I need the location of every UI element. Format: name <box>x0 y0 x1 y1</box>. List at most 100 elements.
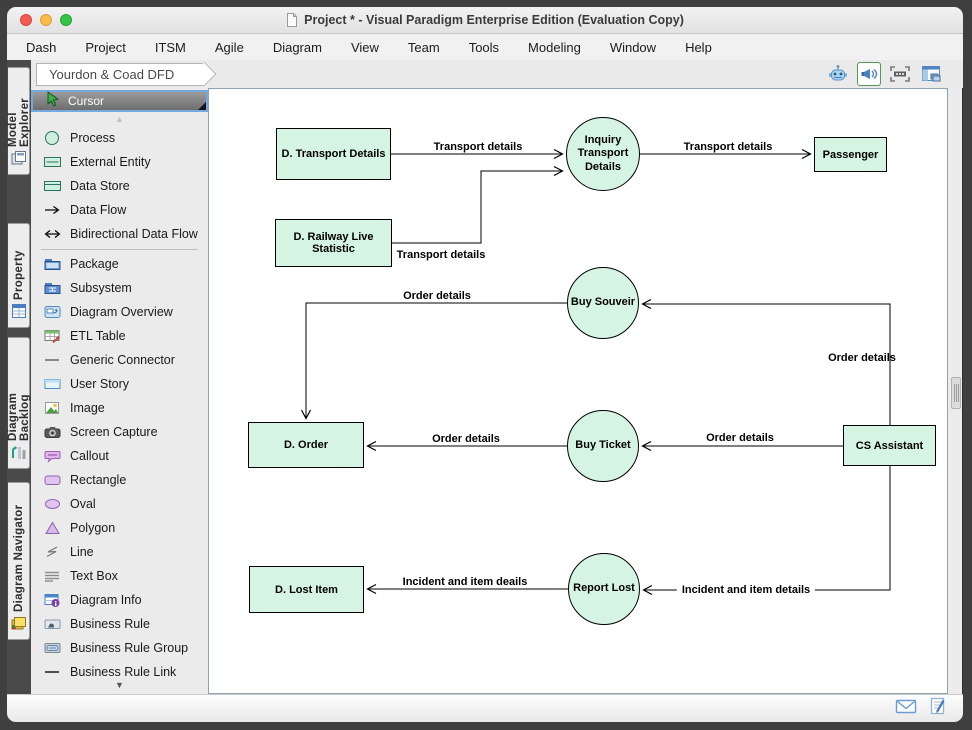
layout-panels-icon[interactable] <box>919 62 943 86</box>
palette-item-oval[interactable]: Oval <box>31 492 208 516</box>
palette-item-diagram-overview[interactable]: Diagram Overview <box>31 300 208 324</box>
generic-connector-icon <box>44 352 61 368</box>
palette-item-screen-capture[interactable]: Screen Capture <box>31 420 208 444</box>
minimize-button[interactable] <box>40 14 52 26</box>
work-area: Cursor ▲ Process External Entity Data St… <box>31 88 963 694</box>
cursor-tool[interactable]: Cursor <box>31 90 208 112</box>
external-entity-icon <box>44 154 61 170</box>
menu-agile[interactable]: Agile <box>215 40 244 55</box>
flow-label[interactable]: Transport details <box>397 249 486 261</box>
oval-icon <box>44 496 61 512</box>
user-story-icon <box>44 376 61 392</box>
window-frame: Project * - Visual Paradigm Enterprise E… <box>0 0 972 730</box>
menu-itsm[interactable]: ITSM <box>155 40 186 55</box>
menu-dash[interactable]: Dash <box>26 40 56 55</box>
palette-item-bidirectional-data-flow[interactable]: Bidirectional Data Flow <box>31 222 208 246</box>
menu-view[interactable]: View <box>351 40 379 55</box>
palette-item-etl-table[interactable]: ETL Table <box>31 324 208 348</box>
zoom-button[interactable] <box>60 14 72 26</box>
process-buy-souveir[interactable]: Buy Souveir <box>567 267 639 339</box>
tab-diagram-backlog[interactable]: Diagram Backlog <box>8 337 30 469</box>
menu-diagram[interactable]: Diagram <box>273 40 322 55</box>
palette-item-user-story[interactable]: User Story <box>31 372 208 396</box>
menu-window[interactable]: Window <box>610 40 656 55</box>
callout-icon <box>44 448 61 464</box>
menu-modeling[interactable]: Modeling <box>528 40 581 55</box>
fit-selection-icon[interactable] <box>888 62 912 86</box>
flow-label[interactable]: Order details <box>403 290 471 302</box>
palette-item-data-flow[interactable]: Data Flow <box>31 198 208 222</box>
menu-team[interactable]: Team <box>408 40 440 55</box>
announcement-icon[interactable] <box>857 62 881 86</box>
flow-label[interactable]: Order details <box>828 352 896 364</box>
flow-transport-details-2[interactable] <box>392 171 562 243</box>
line-icon <box>44 544 61 560</box>
palette-item-data-store[interactable]: Data Store <box>31 174 208 198</box>
palette-item-image[interactable]: Image <box>31 396 208 420</box>
palette-divider <box>41 249 198 250</box>
menu-project[interactable]: Project <box>85 40 125 55</box>
palette-item-callout[interactable]: Callout <box>31 444 208 468</box>
palette-item-diagram-info[interactable]: Diagram Info <box>31 588 208 612</box>
palette-item-text-box[interactable]: Text Box <box>31 564 208 588</box>
palette-item-external-entity[interactable]: External Entity <box>31 150 208 174</box>
process-inquiry-transport-details[interactable]: Inquiry Transport Details <box>566 117 640 191</box>
panel-splitter-handle[interactable] <box>951 377 961 409</box>
tab-diagram-navigator[interactable]: Diagram Navigator <box>8 482 30 640</box>
palette-item-business-rule-group[interactable]: Business Rule Group <box>31 636 208 660</box>
diagram-canvas[interactable]: D. Transport Details D. Railway Live Sta… <box>208 88 948 694</box>
flow-label[interactable]: Order details <box>432 433 500 445</box>
image-icon <box>44 400 61 416</box>
menu-bar: Dash Project ITSM Agile Diagram View Tea… <box>7 34 963 60</box>
tab-property[interactable]: Property <box>8 223 30 328</box>
process-buy-ticket[interactable]: Buy Ticket <box>567 410 639 482</box>
robot-assistant-icon[interactable] <box>826 62 850 86</box>
palette-item-line[interactable]: Line <box>31 540 208 564</box>
flow-label[interactable]: Incident and item deails <box>403 576 528 588</box>
close-button[interactable] <box>20 14 32 26</box>
palette-item-polygon[interactable]: Polygon <box>31 516 208 540</box>
palette-scroll-down[interactable]: ▼ <box>31 678 208 692</box>
palette-item-process[interactable]: Process <box>31 126 208 150</box>
content-area: Model Explorer Property Diagram Backlog … <box>7 60 963 694</box>
app-window: Project * - Visual Paradigm Enterprise E… <box>7 7 963 722</box>
menu-tools[interactable]: Tools <box>469 40 499 55</box>
status-bar <box>7 694 963 722</box>
edit-document-icon[interactable] <box>929 697 947 721</box>
message-icon[interactable] <box>895 698 917 720</box>
palette-item-business-rule[interactable]: Business Rule <box>31 612 208 636</box>
palette-item-package[interactable]: Package <box>31 252 208 276</box>
tab-model-explorer[interactable]: Model Explorer <box>8 67 30 175</box>
data-store-lost-item[interactable]: D. Lost Item <box>249 566 364 613</box>
palette-scroll-up[interactable]: ▲ <box>31 112 208 126</box>
subsystem-icon <box>44 280 61 296</box>
flow-incident-cs-report[interactable] <box>644 466 890 590</box>
data-store-transport-details[interactable]: D. Transport Details <box>276 128 391 180</box>
flow-order-details-souveir[interactable] <box>306 303 567 418</box>
side-tab-strip: Model Explorer Property Diagram Backlog … <box>7 60 31 694</box>
palette-item-subsystem[interactable]: Subsystem <box>31 276 208 300</box>
palette-item-rectangle[interactable]: Rectangle <box>31 468 208 492</box>
data-flow-icon <box>44 202 61 218</box>
data-store-order[interactable]: D. Order <box>248 422 364 468</box>
palette-item-generic-connector[interactable]: Generic Connector <box>31 348 208 372</box>
flow-label[interactable]: Incident and item details <box>677 584 815 596</box>
flow-order-details-cs-souveir[interactable] <box>643 304 890 425</box>
process-report-lost[interactable]: Report Lost <box>568 553 640 625</box>
flow-label[interactable]: Transport details <box>434 141 523 153</box>
title-bar[interactable]: Project * - Visual Paradigm Enterprise E… <box>7 7 963 34</box>
bidirectional-data-flow-icon <box>44 226 61 242</box>
cursor-dropdown-corner[interactable] <box>198 102 206 110</box>
flow-label[interactable]: Order details <box>706 432 774 444</box>
model-explorer-icon <box>11 150 27 171</box>
menu-help[interactable]: Help <box>685 40 712 55</box>
toolbar-icons <box>826 62 943 86</box>
flow-label[interactable]: Transport details <box>684 141 773 153</box>
breadcrumb[interactable]: Yourdon & Coad DFD <box>36 63 204 86</box>
package-icon <box>44 256 61 272</box>
breadcrumb-label: Yourdon & Coad DFD <box>49 67 174 82</box>
polygon-icon <box>44 520 61 536</box>
data-store-railway-live-statistic[interactable]: D. Railway Live Statistic <box>275 219 392 267</box>
entity-cs-assistant[interactable]: CS Assistant <box>843 425 936 466</box>
entity-passenger[interactable]: Passenger <box>814 137 887 172</box>
